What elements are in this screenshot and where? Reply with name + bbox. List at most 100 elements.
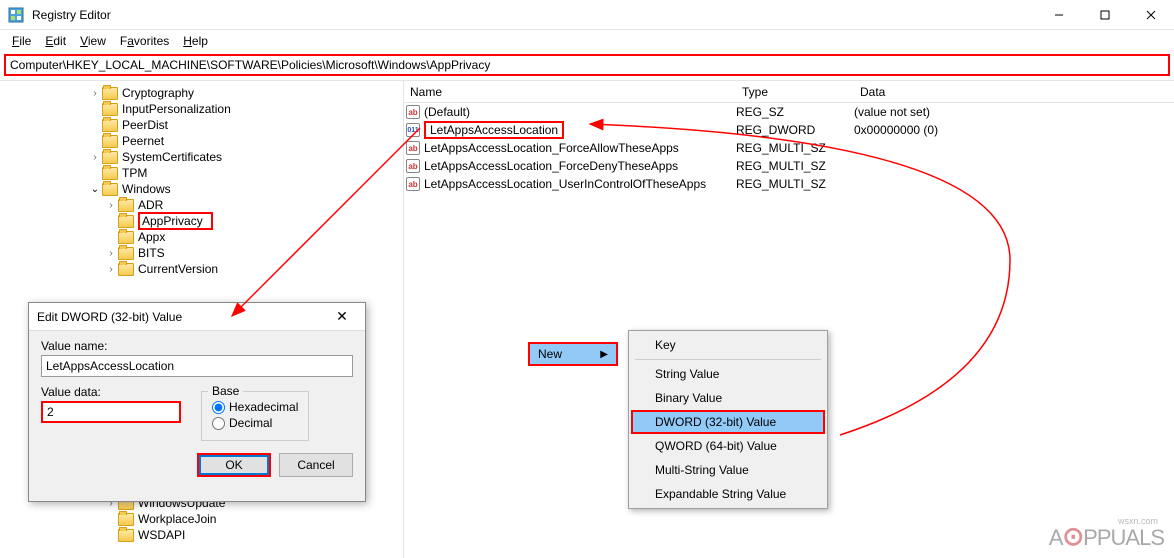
expand-icon[interactable]: ⌄ — [88, 184, 102, 195]
menu-item[interactable]: Key — [631, 333, 825, 357]
address-bar[interactable]: Computer\HKEY_LOCAL_MACHINE\SOFTWARE\Pol… — [4, 54, 1170, 76]
tree-item[interactable]: WSDAPI — [0, 527, 403, 543]
maximize-button[interactable] — [1082, 0, 1128, 30]
value-row[interactable]: abLetAppsAccessLocation_UserInControlOfT… — [404, 175, 1174, 193]
values-header: Name Type Data — [404, 81, 1174, 103]
value-type: REG_SZ — [736, 105, 854, 119]
tree-item-label: Cryptography — [122, 86, 194, 100]
radio-dec-input[interactable] — [212, 417, 225, 430]
tree-item-label: PeerDist — [122, 118, 168, 132]
tree-item-label: TPM — [122, 166, 147, 180]
col-header-name[interactable]: Name — [404, 85, 736, 99]
folder-icon — [118, 263, 134, 276]
window-title: Registry Editor — [32, 8, 1036, 22]
dialog-title-text: Edit DWORD (32-bit) Value — [37, 310, 327, 324]
tree-item-label: SystemCertificates — [122, 150, 222, 164]
dword-icon: 011 — [406, 123, 420, 137]
close-button[interactable] — [1128, 0, 1174, 30]
menu-file[interactable]: File — [6, 32, 37, 50]
value-type: REG_MULTI_SZ — [736, 141, 854, 155]
address-path: Computer\HKEY_LOCAL_MACHINE\SOFTWARE\Pol… — [10, 58, 490, 72]
expand-icon[interactable]: › — [88, 152, 102, 163]
string-icon: ab — [406, 159, 420, 173]
value-data: (value not set) — [854, 105, 1174, 119]
dialog-close-button[interactable]: ✕ — [327, 308, 357, 325]
folder-icon — [102, 119, 118, 132]
tree-item[interactable]: Appx — [0, 229, 403, 245]
value-name: LetAppsAccessLocation_ForceAllowTheseApp… — [424, 141, 679, 155]
value-name-input[interactable] — [41, 355, 353, 377]
tree-item[interactable]: Peernet — [0, 133, 403, 149]
tree-item[interactable]: › Cryptography — [0, 85, 403, 101]
context-new-label: New — [538, 347, 562, 361]
expand-icon[interactable]: › — [104, 248, 118, 259]
base-legend: Base — [208, 384, 243, 398]
menu-item[interactable]: String Value — [631, 362, 825, 386]
folder-icon — [102, 183, 118, 196]
expand-icon[interactable]: › — [104, 200, 118, 211]
tree-item[interactable]: PeerDist — [0, 117, 403, 133]
string-icon: ab — [406, 141, 420, 155]
minimize-button[interactable] — [1036, 0, 1082, 30]
expand-icon[interactable]: › — [104, 264, 118, 275]
value-name-label: Value name: — [41, 339, 353, 353]
value-row[interactable]: ab(Default)REG_SZ(value not set) — [404, 103, 1174, 121]
dialog-titlebar[interactable]: Edit DWORD (32-bit) Value ✕ — [29, 303, 365, 331]
tree-item-label: Windows — [122, 182, 171, 196]
base-group: Base Hexadecimal Decimal — [201, 391, 309, 441]
expand-icon[interactable]: › — [88, 88, 102, 99]
value-row[interactable]: ab LetAppsAccessLocation_ForceAllowTheseA… — [404, 139, 1174, 157]
menu-edit[interactable]: Edit — [39, 32, 72, 50]
menu-item[interactable]: QWORD (64-bit) Value — [631, 434, 825, 458]
folder-icon — [102, 103, 118, 116]
value-data: 0x00000000 (0) — [854, 123, 1174, 137]
tree-item[interactable]: TPM — [0, 165, 403, 181]
context-new-item[interactable]: New ▶ — [528, 342, 618, 366]
value-row[interactable]: abLetAppsAccessLocation_ForceDenyTheseAp… — [404, 157, 1174, 175]
tree-item[interactable]: InputPersonalization — [0, 101, 403, 117]
ok-button[interactable]: OK — [197, 453, 271, 477]
value-data-label: Value data: — [41, 385, 181, 399]
folder-icon — [118, 529, 134, 542]
tree-item[interactable]: ›CurrentVersion — [0, 261, 403, 277]
menu-separator — [635, 359, 821, 360]
radio-dec[interactable]: Decimal — [212, 416, 298, 430]
tree-item[interactable]: › ADR — [0, 197, 403, 213]
menu-item[interactable]: DWORD (32-bit) Value — [631, 410, 825, 434]
value-name: LetAppsAccessLocation_UserInControlOfThe… — [424, 177, 706, 191]
tree-item[interactable]: WorkplaceJoin — [0, 511, 403, 527]
tree-item[interactable]: AppPrivacy — [0, 213, 403, 229]
folder-icon — [118, 513, 134, 526]
cancel-button[interactable]: Cancel — [279, 453, 353, 477]
watermark: A⊙PPUALS — [1049, 521, 1164, 552]
tree-item-label: BITS — [138, 246, 165, 260]
folder-icon — [118, 215, 134, 228]
value-type: REG_DWORD — [736, 123, 854, 137]
folder-icon — [118, 247, 134, 260]
tree-item-label: Peernet — [122, 134, 164, 148]
tree-item-label: WSDAPI — [138, 528, 185, 542]
tree-item[interactable]: ⌄ Windows — [0, 181, 403, 197]
tree-item[interactable]: › BITS — [0, 245, 403, 261]
tree-item-label: AppPrivacy — [138, 212, 213, 230]
folder-icon — [118, 199, 134, 212]
value-row[interactable]: 011 LetAppsAccessLocation REG_DWORD0x00000… — [404, 121, 1174, 139]
menu-item[interactable]: Expandable String Value — [631, 482, 825, 506]
menu-favorites[interactable]: Favorites — [114, 32, 175, 50]
radio-hex[interactable]: Hexadecimal — [212, 400, 298, 414]
value-data-input[interactable] — [41, 401, 181, 423]
col-header-data[interactable]: Data — [854, 85, 1174, 99]
tree-item-label: ADR — [138, 198, 163, 212]
folder-icon — [118, 231, 134, 244]
col-header-type[interactable]: Type — [736, 85, 854, 99]
menu-help[interactable]: Help — [177, 32, 214, 50]
tree-item[interactable]: › SystemCertificates — [0, 149, 403, 165]
menu-item[interactable]: Binary Value — [631, 386, 825, 410]
radio-hex-input[interactable] — [212, 401, 225, 414]
menu-view[interactable]: View — [74, 32, 112, 50]
value-type: REG_MULTI_SZ — [736, 159, 854, 173]
menu-item[interactable]: Multi-String Value — [631, 458, 825, 482]
folder-icon — [102, 87, 118, 100]
tree-item-label: WorkplaceJoin — [138, 512, 216, 526]
value-name: LetAppsAccessLocation — [424, 121, 564, 139]
